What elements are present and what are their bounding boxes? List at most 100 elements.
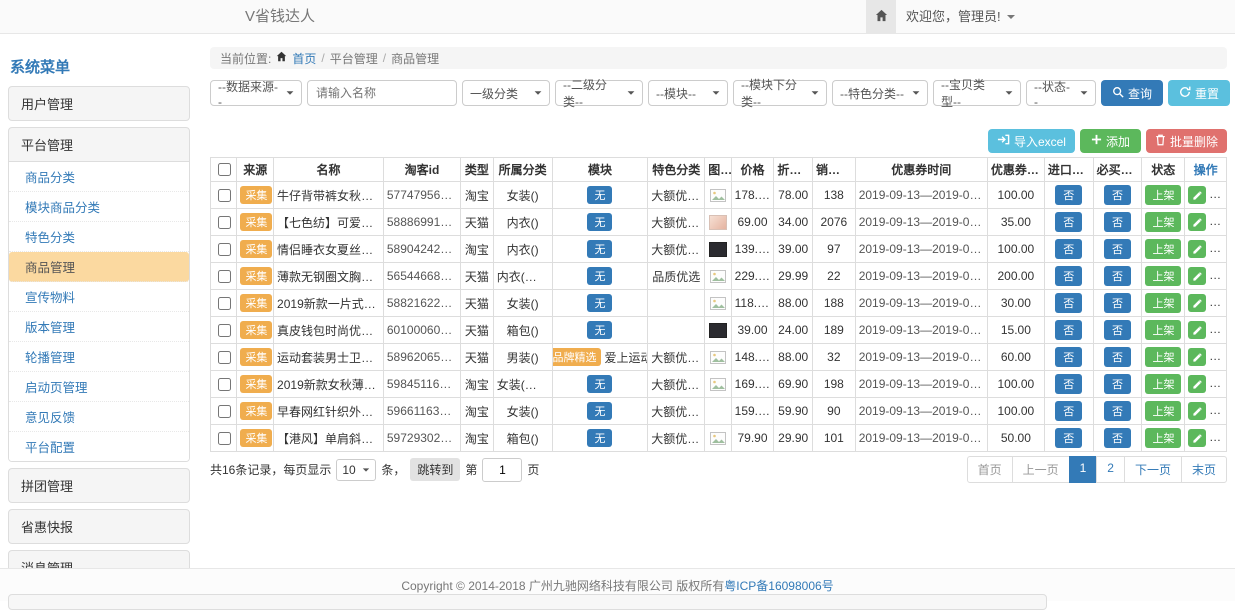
import-select-toggle[interactable]: 否: [1055, 185, 1082, 205]
status-toggle[interactable]: 上架: [1145, 266, 1181, 286]
must-buy-toggle[interactable]: 否: [1104, 293, 1131, 313]
filter-select-module-sub[interactable]: --模块下分类--: [733, 80, 827, 106]
module-badge[interactable]: 无: [587, 429, 612, 447]
must-buy-toggle[interactable]: 否: [1104, 266, 1131, 286]
must-buy-toggle[interactable]: 否: [1104, 347, 1131, 367]
sidebar-item[interactable]: 平台配置: [9, 432, 189, 461]
module-badge[interactable]: 无: [587, 186, 612, 204]
sidebar-section-header[interactable]: 用户管理: [9, 87, 189, 120]
source-badge[interactable]: 采集: [240, 402, 272, 420]
status-toggle[interactable]: 上架: [1145, 185, 1181, 205]
pager-item[interactable]: 上一页: [1012, 456, 1070, 483]
sidebar-item[interactable]: 模块商品分类: [9, 192, 189, 222]
source-badge[interactable]: 采集: [240, 186, 272, 204]
row-checkbox[interactable]: [218, 216, 231, 229]
module-badge[interactable]: 无: [587, 402, 612, 420]
row-checkbox[interactable]: [218, 432, 231, 445]
must-buy-toggle[interactable]: 否: [1104, 401, 1131, 421]
import-select-toggle[interactable]: 否: [1055, 266, 1082, 286]
filter-select-category-l2[interactable]: --二级分类--: [555, 80, 643, 106]
select-all-checkbox[interactable]: [218, 163, 231, 176]
filter-select-category-l1[interactable]: 一级分类: [462, 80, 550, 106]
row-checkbox[interactable]: [218, 297, 231, 310]
must-buy-toggle[interactable]: 否: [1104, 428, 1131, 448]
status-toggle[interactable]: 上架: [1145, 401, 1181, 421]
import-select-toggle[interactable]: 否: [1055, 239, 1082, 259]
module-badge[interactable]: 品牌精选: [552, 348, 601, 366]
sidebar-item[interactable]: 商品管理: [9, 252, 189, 282]
sidebar-item[interactable]: 商品分类: [9, 162, 189, 192]
source-badge[interactable]: 采集: [240, 294, 272, 312]
edit-button[interactable]: [1188, 402, 1206, 420]
row-checkbox[interactable]: [218, 324, 231, 337]
import-excel-button[interactable]: 导入excel: [988, 129, 1075, 153]
module-badge[interactable]: 无: [587, 294, 612, 312]
page-size-select[interactable]: 10: [336, 459, 376, 481]
import-select-toggle[interactable]: 否: [1055, 374, 1082, 394]
module-badge[interactable]: 无: [587, 267, 612, 285]
module-badge[interactable]: 无: [587, 240, 612, 258]
import-select-toggle[interactable]: 否: [1055, 401, 1082, 421]
reset-button[interactable]: 重置: [1168, 80, 1230, 106]
source-badge[interactable]: 采集: [240, 267, 272, 285]
import-select-toggle[interactable]: 否: [1055, 428, 1082, 448]
edit-button[interactable]: [1188, 213, 1206, 231]
row-checkbox[interactable]: [218, 378, 231, 391]
sidebar-section-header[interactable]: 平台管理: [9, 128, 189, 161]
sidebar-item[interactable]: 宣传物料: [9, 282, 189, 312]
edit-button[interactable]: [1188, 186, 1206, 204]
pager-item[interactable]: 首页: [967, 456, 1013, 483]
import-select-toggle[interactable]: 否: [1055, 212, 1082, 232]
module-badge[interactable]: 无: [587, 213, 612, 231]
filter-select-module[interactable]: --模块--: [648, 80, 728, 106]
row-checkbox[interactable]: [218, 189, 231, 202]
row-checkbox[interactable]: [218, 243, 231, 256]
row-checkbox[interactable]: [218, 405, 231, 418]
user-menu[interactable]: 欢迎您，管理员!: [906, 0, 1015, 33]
sidebar-section-header[interactable]: 拼团管理: [9, 469, 189, 502]
pager-item[interactable]: 1: [1069, 456, 1098, 483]
sidebar-section-header[interactable]: 省惠快报: [9, 510, 189, 543]
status-toggle[interactable]: 上架: [1145, 428, 1181, 448]
status-toggle[interactable]: 上架: [1145, 293, 1181, 313]
pager-item[interactable]: 末页: [1181, 456, 1227, 483]
edit-button[interactable]: [1188, 240, 1206, 258]
edit-button[interactable]: [1188, 429, 1206, 447]
sidebar-item[interactable]: 特色分类: [9, 222, 189, 252]
add-button[interactable]: 添加: [1080, 129, 1141, 153]
import-select-toggle[interactable]: 否: [1055, 320, 1082, 340]
module-badge[interactable]: 无: [587, 375, 612, 393]
row-checkbox[interactable]: [218, 270, 231, 283]
edit-button[interactable]: [1188, 294, 1206, 312]
icp-link[interactable]: 粤ICP备16098006号: [724, 577, 833, 594]
source-badge[interactable]: 采集: [240, 375, 272, 393]
filter-select-feature[interactable]: --特色分类--: [832, 80, 928, 106]
status-toggle[interactable]: 上架: [1145, 212, 1181, 232]
sidebar-item[interactable]: 意见反馈: [9, 402, 189, 432]
source-badge[interactable]: 采集: [240, 348, 272, 366]
filter-input-name[interactable]: [307, 80, 457, 106]
home-button[interactable]: [866, 0, 896, 33]
jump-page-input[interactable]: [482, 458, 522, 482]
must-buy-toggle[interactable]: 否: [1104, 374, 1131, 394]
pager-item[interactable]: 下一页: [1124, 456, 1182, 483]
must-buy-toggle[interactable]: 否: [1104, 320, 1131, 340]
sidebar-section-header[interactable]: 消息管理: [9, 551, 189, 568]
edit-button[interactable]: [1188, 348, 1206, 366]
source-badge[interactable]: 采集: [240, 240, 272, 258]
status-toggle[interactable]: 上架: [1145, 239, 1181, 259]
status-toggle[interactable]: 上架: [1145, 374, 1181, 394]
bulk-delete-button[interactable]: 批量删除: [1146, 129, 1227, 153]
must-buy-toggle[interactable]: 否: [1104, 185, 1131, 205]
source-badge[interactable]: 采集: [240, 429, 272, 447]
sidebar-item[interactable]: 轮播管理: [9, 342, 189, 372]
status-toggle[interactable]: 上架: [1145, 320, 1181, 340]
edit-button[interactable]: [1188, 321, 1206, 339]
must-buy-toggle[interactable]: 否: [1104, 239, 1131, 259]
import-select-toggle[interactable]: 否: [1055, 347, 1082, 367]
filter-select-item-type[interactable]: --宝贝类型--: [933, 80, 1021, 106]
edit-button[interactable]: [1188, 267, 1206, 285]
must-buy-toggle[interactable]: 否: [1104, 212, 1131, 232]
sidebar-item[interactable]: 版本管理: [9, 312, 189, 342]
jump-button[interactable]: 跳转到: [410, 458, 460, 481]
